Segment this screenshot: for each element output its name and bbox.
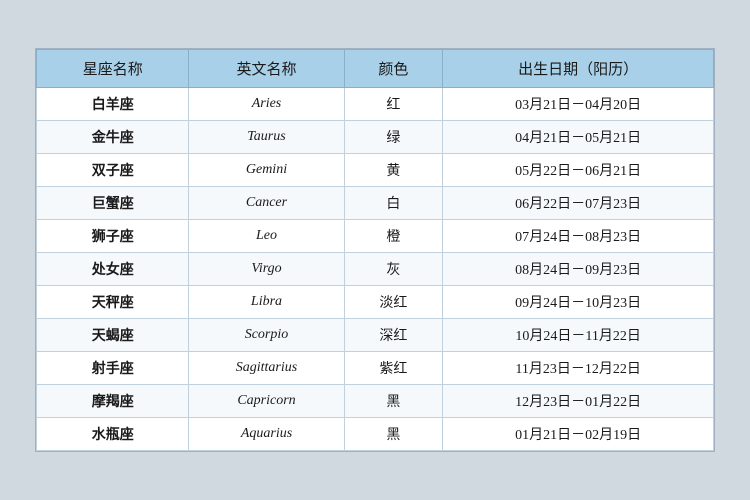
cell-5-2: 灰 <box>344 253 443 286</box>
cell-7-2: 深红 <box>344 319 443 352</box>
cell-1-3: 04月21日－05月21日 <box>443 121 714 154</box>
cell-3-3: 06月22日－07月23日 <box>443 187 714 220</box>
cell-0-2: 红 <box>344 88 443 121</box>
table-row: 天秤座Libra淡红09月24日－10月23日 <box>37 286 714 319</box>
cell-2-1: Gemini <box>189 154 344 187</box>
table-row: 巨蟹座Cancer白06月22日－07月23日 <box>37 187 714 220</box>
cell-10-0: 水瓶座 <box>37 418 189 451</box>
cell-4-3: 07月24日－08月23日 <box>443 220 714 253</box>
header-col-2: 颜色 <box>344 50 443 88</box>
table-row: 白羊座Aries红03月21日－04月20日 <box>37 88 714 121</box>
table-row: 水瓶座Aquarius黑01月21日－02月19日 <box>37 418 714 451</box>
cell-2-0: 双子座 <box>37 154 189 187</box>
table-header-row: 星座名称英文名称颜色出生日期（阳历） <box>37 50 714 88</box>
cell-4-0: 狮子座 <box>37 220 189 253</box>
header-col-1: 英文名称 <box>189 50 344 88</box>
header-col-3: 出生日期（阳历） <box>443 50 714 88</box>
cell-6-0: 天秤座 <box>37 286 189 319</box>
cell-9-3: 12月23日－01月22日 <box>443 385 714 418</box>
cell-7-0: 天蝎座 <box>37 319 189 352</box>
cell-9-2: 黑 <box>344 385 443 418</box>
cell-2-3: 05月22日－06月21日 <box>443 154 714 187</box>
table-row: 摩羯座Capricorn黑12月23日－01月22日 <box>37 385 714 418</box>
cell-0-3: 03月21日－04月20日 <box>443 88 714 121</box>
cell-8-0: 射手座 <box>37 352 189 385</box>
zodiac-table-container: 星座名称英文名称颜色出生日期（阳历） 白羊座Aries红03月21日－04月20… <box>35 48 715 452</box>
cell-4-1: Leo <box>189 220 344 253</box>
cell-10-3: 01月21日－02月19日 <box>443 418 714 451</box>
cell-3-2: 白 <box>344 187 443 220</box>
table-row: 射手座Sagittarius紫红11月23日－12月22日 <box>37 352 714 385</box>
cell-5-1: Virgo <box>189 253 344 286</box>
cell-5-3: 08月24日－09月23日 <box>443 253 714 286</box>
cell-9-0: 摩羯座 <box>37 385 189 418</box>
cell-1-1: Taurus <box>189 121 344 154</box>
cell-2-2: 黄 <box>344 154 443 187</box>
cell-0-0: 白羊座 <box>37 88 189 121</box>
cell-8-1: Sagittarius <box>189 352 344 385</box>
cell-3-0: 巨蟹座 <box>37 187 189 220</box>
cell-3-1: Cancer <box>189 187 344 220</box>
cell-10-2: 黑 <box>344 418 443 451</box>
cell-1-0: 金牛座 <box>37 121 189 154</box>
cell-7-1: Scorpio <box>189 319 344 352</box>
cell-7-3: 10月24日－11月22日 <box>443 319 714 352</box>
cell-8-2: 紫红 <box>344 352 443 385</box>
cell-6-2: 淡红 <box>344 286 443 319</box>
table-row: 处女座Virgo灰08月24日－09月23日 <box>37 253 714 286</box>
table-row: 金牛座Taurus绿04月21日－05月21日 <box>37 121 714 154</box>
cell-10-1: Aquarius <box>189 418 344 451</box>
cell-4-2: 橙 <box>344 220 443 253</box>
header-col-0: 星座名称 <box>37 50 189 88</box>
table-row: 双子座Gemini黄05月22日－06月21日 <box>37 154 714 187</box>
cell-1-2: 绿 <box>344 121 443 154</box>
cell-6-3: 09月24日－10月23日 <box>443 286 714 319</box>
cell-8-3: 11月23日－12月22日 <box>443 352 714 385</box>
cell-9-1: Capricorn <box>189 385 344 418</box>
cell-6-1: Libra <box>189 286 344 319</box>
table-row: 天蝎座Scorpio深红10月24日－11月22日 <box>37 319 714 352</box>
cell-0-1: Aries <box>189 88 344 121</box>
table-body: 白羊座Aries红03月21日－04月20日金牛座Taurus绿04月21日－0… <box>37 88 714 451</box>
table-row: 狮子座Leo橙07月24日－08月23日 <box>37 220 714 253</box>
zodiac-table: 星座名称英文名称颜色出生日期（阳历） 白羊座Aries红03月21日－04月20… <box>36 49 714 451</box>
cell-5-0: 处女座 <box>37 253 189 286</box>
